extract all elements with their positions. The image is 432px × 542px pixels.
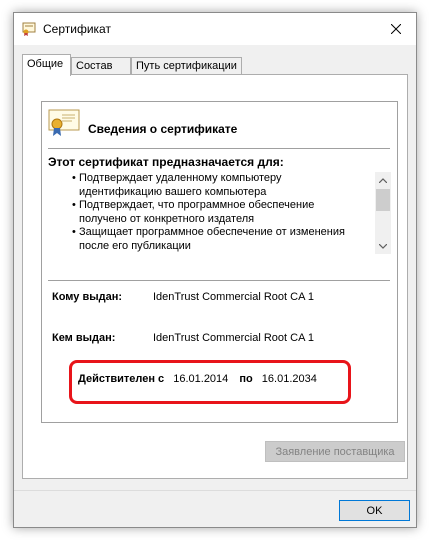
divider [48,280,390,281]
purpose-scrollbar[interactable] [375,172,391,254]
chevron-up-icon [379,177,387,183]
window-title: Сертификат [43,22,111,36]
purpose-list[interactable]: • Подтверждает удаленному компьютеру иде… [72,172,362,254]
list-item: • Подтверждает, что программное обеспече… [72,199,362,226]
divider [48,148,390,149]
issued-to-value: IdenTrust Commercial Root CA 1 [153,291,314,303]
tab-details[interactable]: Состав [71,57,131,75]
bullet: • [72,226,76,238]
tab-certification-path[interactable]: Путь сертификации [131,57,242,75]
bullet: • [72,199,76,211]
purpose-title: Этот сертификат предназначается для: [48,155,284,169]
certificate-heading: Сведения о сертификате [88,122,238,136]
chevron-down-icon [379,243,387,249]
close-button[interactable] [376,13,416,45]
scroll-up-button[interactable] [375,172,391,188]
scroll-down-button[interactable] [375,238,391,254]
list-item: • Подтверждает удаленному компьютеру иде… [72,172,362,199]
ok-button[interactable]: OK [339,500,410,521]
purpose-text: Подтверждает, что программное обеспечени… [79,199,315,225]
validity-highlight-annotation [69,360,351,404]
certificate-icon [22,22,36,36]
vendor-statement-button[interactable]: Заявление поставщика [265,441,405,462]
title-bar: Сертификат [14,13,416,45]
list-item: • Защищает программное обеспечение от из… [72,226,362,253]
certificate-info-box: Сведения о сертификате Этот сертификат п… [41,101,398,423]
tab-general[interactable]: Общие [22,54,71,76]
issued-by-label: Кем выдан: [52,332,116,344]
certificate-icon [48,109,80,136]
general-panel: Сведения о сертификате Этот сертификат п… [22,74,408,479]
bullet: • [72,172,76,184]
certificate-dialog: Сертификат Общие Состав Путь сертификаци… [13,12,417,528]
scroll-thumb[interactable] [376,189,390,211]
issued-to-label: Кому выдан: [52,291,123,303]
close-icon [391,24,401,34]
issued-by-value: IdenTrust Commercial Root CA 1 [153,332,314,344]
purpose-text: Защищает программное обеспечение от изме… [79,226,345,252]
divider [14,490,416,491]
purpose-text: Подтверждает удаленному компьютеру идент… [79,172,282,198]
